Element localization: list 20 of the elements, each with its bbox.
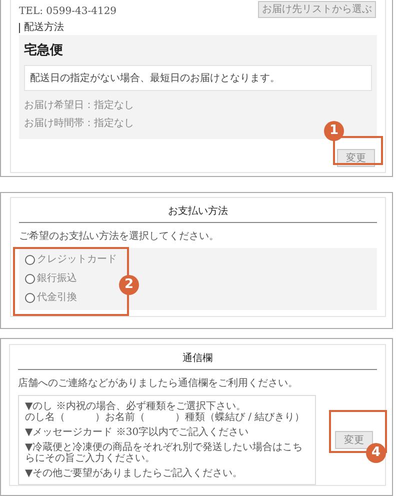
payment-option[interactable]: 代金引換 [25, 291, 77, 304]
delivery-method: 宅急便 [24, 42, 64, 59]
section-title: 通信欄 [18, 351, 377, 370]
section-label: 配送方法 [19, 23, 377, 33]
instruction-text: ご希望のお支払い方法を選択してください。 [19, 230, 220, 243]
instruction-text: 店舗へのご連絡などがありましたら通信欄をご利用ください。 [18, 376, 299, 390]
address-list-button[interactable]: お届け先リストから選ぶ [258, 1, 376, 18]
section-title: お支払い方法 [19, 204, 377, 223]
phone-number: TEL: 0599-43-4129 [19, 6, 117, 17]
delivery-detail: お届け時間帯：指定なし [24, 116, 134, 131]
option-label: 銀行振込 [37, 272, 77, 285]
delivery-detail: お届け希望日：指定なし [24, 98, 134, 113]
payment-option[interactable]: 銀行振込 [25, 272, 77, 285]
change-button[interactable]: 変更 [335, 431, 373, 449]
radio-button[interactable] [25, 254, 35, 264]
option-label: 代金引換 [37, 291, 77, 304]
delivery-notice: 配送日の指定がない場合、最短日のお届けとなります。 [24, 65, 372, 91]
radio-button[interactable] [25, 274, 35, 284]
radio-button[interactable] [25, 292, 35, 302]
message-field[interactable]: ▼のし ※内祝の場合、必ず種類をご選択下さい。 のし名（ ）お名前（ ）種類（蝶結び / 結びきり） ▼メッセージカード ※30字以内でご記入ください ▼冷蔵便と冷凍便の商品をそれぞれ別で発送したい場合はこちらにその旨ご入力ください。 ▼その他ご要望がありましたらご記入ください。 [18, 395, 316, 485]
